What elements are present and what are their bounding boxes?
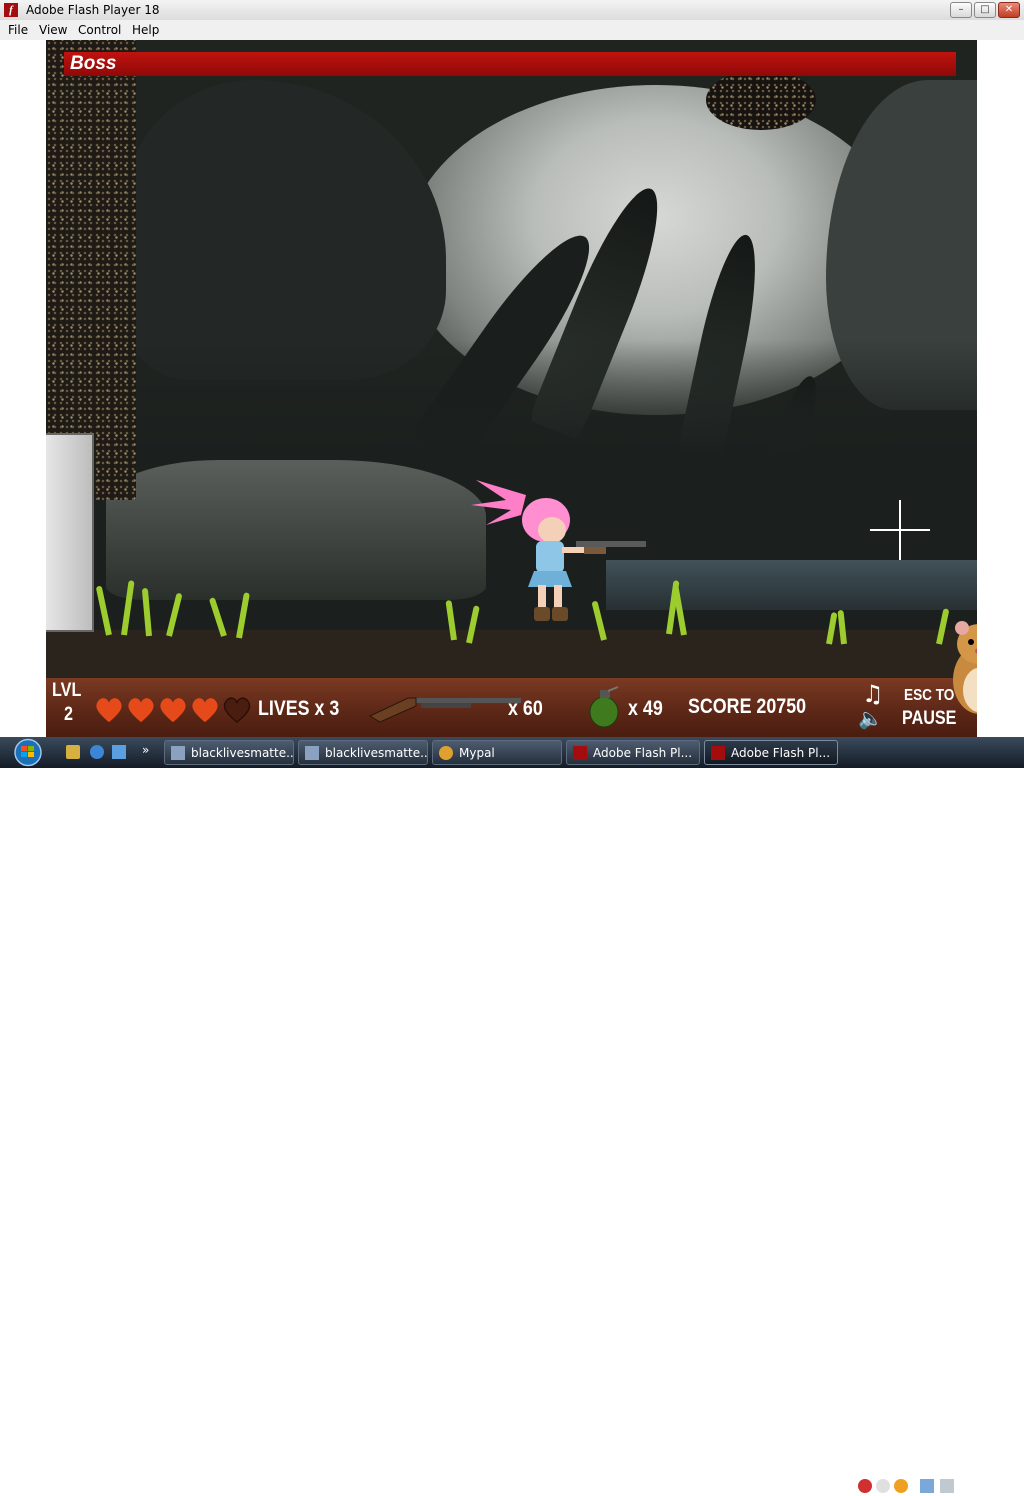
- document-icon: [305, 746, 319, 760]
- quicklaunch-more-icon[interactable]: »: [142, 743, 149, 757]
- shotgun-icon: [368, 697, 521, 723]
- tray-icon[interactable]: [876, 1479, 890, 1493]
- grenade-counter: x 49: [628, 697, 663, 720]
- taskbar-button-label: Adobe Flash Pl...: [593, 746, 693, 760]
- score-display: SCORE 20750: [688, 695, 807, 718]
- menu-view[interactable]: View: [39, 23, 67, 37]
- menu-help[interactable]: Help: [132, 23, 159, 37]
- security-icon[interactable]: [858, 1479, 872, 1493]
- quicklaunch-icon[interactable]: [66, 745, 80, 759]
- taskbar-button-label: Mypal: [459, 746, 495, 760]
- hamster-mascot: [953, 621, 977, 714]
- boss-health-bar: Boss: [64, 52, 956, 76]
- taskbar-button-label: Adobe Flash Pl...: [731, 746, 831, 760]
- flash-icon: f: [4, 3, 18, 17]
- cave-rock: [126, 80, 446, 380]
- water-pool: [606, 560, 977, 610]
- left-panel: [46, 433, 94, 632]
- boulder: [106, 460, 486, 600]
- close-button[interactable]: ✕: [998, 2, 1020, 18]
- speckle-ceiling: [706, 70, 816, 130]
- flash-icon: [711, 746, 725, 760]
- level-label: LVL: [52, 680, 82, 701]
- document-icon: [171, 746, 185, 760]
- speckle-edge: [46, 40, 136, 500]
- taskbar: » blacklivesmatte... blacklivesmatte... …: [0, 737, 1024, 1496]
- crosshair: [870, 500, 930, 560]
- heart-icon: [128, 698, 154, 723]
- level-value: 2: [64, 704, 73, 725]
- menu-bar: File View Control Help: [0, 20, 1024, 40]
- heart-icon: [192, 698, 218, 723]
- heart-icon: [160, 698, 186, 723]
- boss-label: Boss: [70, 53, 117, 74]
- start-button[interactable]: [6, 737, 50, 768]
- speaker-icon[interactable]: 🔈: [858, 706, 883, 730]
- taskbar-button[interactable]: blacklivesmatte...: [298, 740, 428, 765]
- network-icon[interactable]: [920, 1479, 934, 1493]
- taskbar-button-active[interactable]: Adobe Flash Pl...: [704, 740, 838, 765]
- lives-counter: LIVES x 3: [258, 697, 340, 720]
- minimize-button[interactable]: –: [950, 2, 972, 18]
- window-title: Adobe Flash Player 18: [26, 3, 160, 17]
- heart-icon: [96, 698, 122, 723]
- search-icon[interactable]: [894, 1479, 908, 1493]
- grenade-icon: [589, 686, 619, 728]
- menu-control[interactable]: Control: [78, 23, 121, 37]
- player-character: [471, 480, 646, 621]
- volume-icon[interactable]: [940, 1479, 954, 1493]
- game-stage[interactable]: Boss LVL 2 LIVES x 3 x 60 x 49 SCORE 207…: [46, 40, 977, 737]
- title-bar: f Adobe Flash Player 18 – □ ✕: [0, 0, 1024, 21]
- music-note-icon[interactable]: ♫: [862, 680, 884, 708]
- taskbar-button[interactable]: blacklivesmatte...: [164, 740, 294, 765]
- ammo-counter: x 60: [508, 697, 543, 720]
- taskbar-button[interactable]: Mypal: [432, 740, 562, 765]
- maximize-button[interactable]: □: [974, 2, 996, 18]
- taskbar-button[interactable]: Adobe Flash Pl...: [566, 740, 700, 765]
- taskbar-button-label: blacklivesmatte...: [191, 746, 294, 760]
- browser-icon: [439, 746, 453, 760]
- heart-empty-icon: [223, 697, 251, 724]
- taskbar-button-label: blacklivesmatte...: [325, 746, 428, 760]
- menu-file[interactable]: File: [8, 23, 28, 37]
- flash-icon: [573, 746, 587, 760]
- quicklaunch-icon[interactable]: [112, 745, 126, 759]
- clock[interactable]: 9:18 PM: [964, 1482, 1012, 1496]
- quicklaunch-icon[interactable]: [90, 745, 104, 759]
